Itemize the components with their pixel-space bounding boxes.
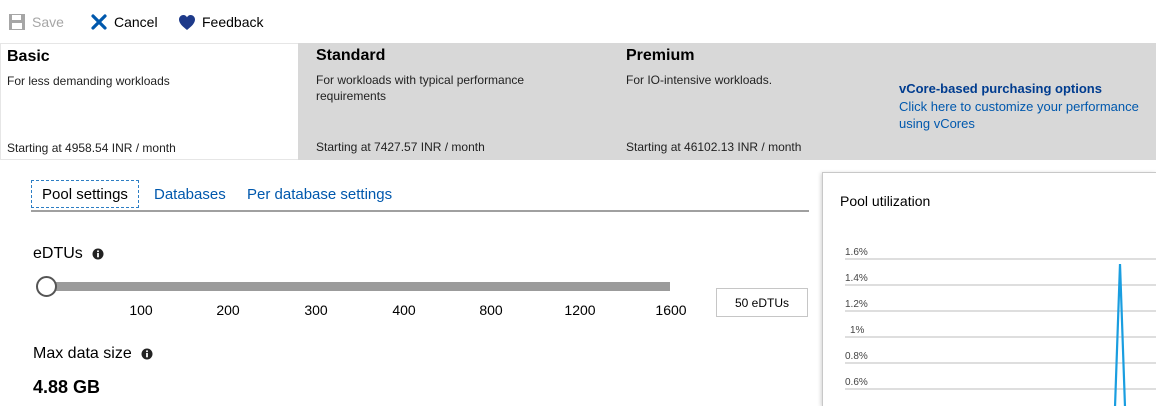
heart-icon xyxy=(179,14,195,30)
info-icon[interactable] xyxy=(92,248,104,260)
y-tick-label: 1.2% xyxy=(845,299,868,310)
y-tick-label: 1.6% xyxy=(845,247,868,258)
feedback-label: Feedback xyxy=(202,14,264,30)
y-tick-label: 0.8% xyxy=(845,351,868,362)
max-data-size-value: 4.88 GB xyxy=(33,377,101,397)
edtu-label: eDTUs xyxy=(33,245,83,262)
slider-tick-label: 800 xyxy=(479,302,503,318)
close-icon xyxy=(91,14,107,30)
tab-per-database-settings[interactable]: Per database settings xyxy=(247,180,392,208)
chart-gridlines xyxy=(845,258,1156,390)
pool-utilization-chart: 1.6% 1.4% 1.2% 1% 0.8% 0.6% xyxy=(845,247,1156,406)
tier-description: For IO-intensive workloads. xyxy=(626,73,773,87)
settings-tabs: Pool settings Databases Per database set… xyxy=(31,178,809,212)
command-bar: Save Cancel Feedback xyxy=(0,0,1156,42)
info-icon[interactable] xyxy=(141,348,153,360)
tab-databases[interactable]: Databases xyxy=(154,180,226,208)
tier-description: For less demanding workloads xyxy=(7,74,170,88)
max-data-size-label: Max data size xyxy=(33,345,132,362)
pricing-tiers: Basic For less demanding workloads Start… xyxy=(0,43,1156,160)
cancel-label: Cancel xyxy=(114,14,158,30)
tier-premium[interactable]: Premium For IO-intensive workloads. Star… xyxy=(610,43,882,160)
edtu-slider-track[interactable] xyxy=(48,282,670,291)
save-label: Save xyxy=(32,14,64,30)
tier-price: Starting at 7427.57 INR / month xyxy=(316,140,485,154)
edtu-value-display: 50 eDTUs xyxy=(716,288,808,317)
edtu-slider-thumb[interactable] xyxy=(36,276,57,297)
tier-description: For workloads with typical performance r… xyxy=(316,73,525,103)
tier-price: Starting at 4958.54 INR / month xyxy=(7,141,176,155)
slider-tick-label: 1600 xyxy=(655,302,687,318)
tier-name: Premium xyxy=(626,47,695,64)
pool-utilization-panel: Pool utilization 1.6% 1.4% 1.2% 1% 0.8% … xyxy=(822,172,1156,406)
max-data-size-heading: Max data size xyxy=(33,345,153,363)
save-button[interactable]: Save xyxy=(8,10,64,34)
y-tick-label: 1.4% xyxy=(845,273,868,284)
y-tick-label: 1% xyxy=(850,325,865,336)
tier-basic[interactable]: Basic For less demanding workloads Start… xyxy=(0,43,298,160)
y-tick-label: 0.6% xyxy=(845,377,868,388)
vcore-description[interactable]: Click here to customize your performance… xyxy=(899,98,1156,132)
slider-tick-label: 400 xyxy=(392,302,416,318)
tier-name: Basic xyxy=(7,48,50,65)
tier-name: Standard xyxy=(316,47,386,64)
tier-standard[interactable]: Standard For workloads with typical perf… xyxy=(298,43,610,160)
chart-y-ticks: 1.6% 1.4% 1.2% 1% 0.8% 0.6% xyxy=(845,247,868,388)
slider-tick-label: 100 xyxy=(129,302,153,318)
slider-tick-label: 300 xyxy=(304,302,328,318)
vcore-title[interactable]: vCore-based purchasing options xyxy=(899,81,1102,96)
cancel-button[interactable]: Cancel xyxy=(90,10,158,34)
tier-price: Starting at 46102.13 INR / month xyxy=(626,140,802,154)
slider-tick-label: 1200 xyxy=(564,302,596,318)
slider-tick-label: 200 xyxy=(216,302,240,318)
save-icon xyxy=(9,14,25,30)
tab-pool-settings[interactable]: Pool settings xyxy=(31,180,139,208)
edtu-heading: eDTUs xyxy=(33,245,104,263)
tier-vcore-link[interactable]: vCore-based purchasing options Click her… xyxy=(882,43,1156,160)
feedback-button[interactable]: Feedback xyxy=(178,10,263,34)
